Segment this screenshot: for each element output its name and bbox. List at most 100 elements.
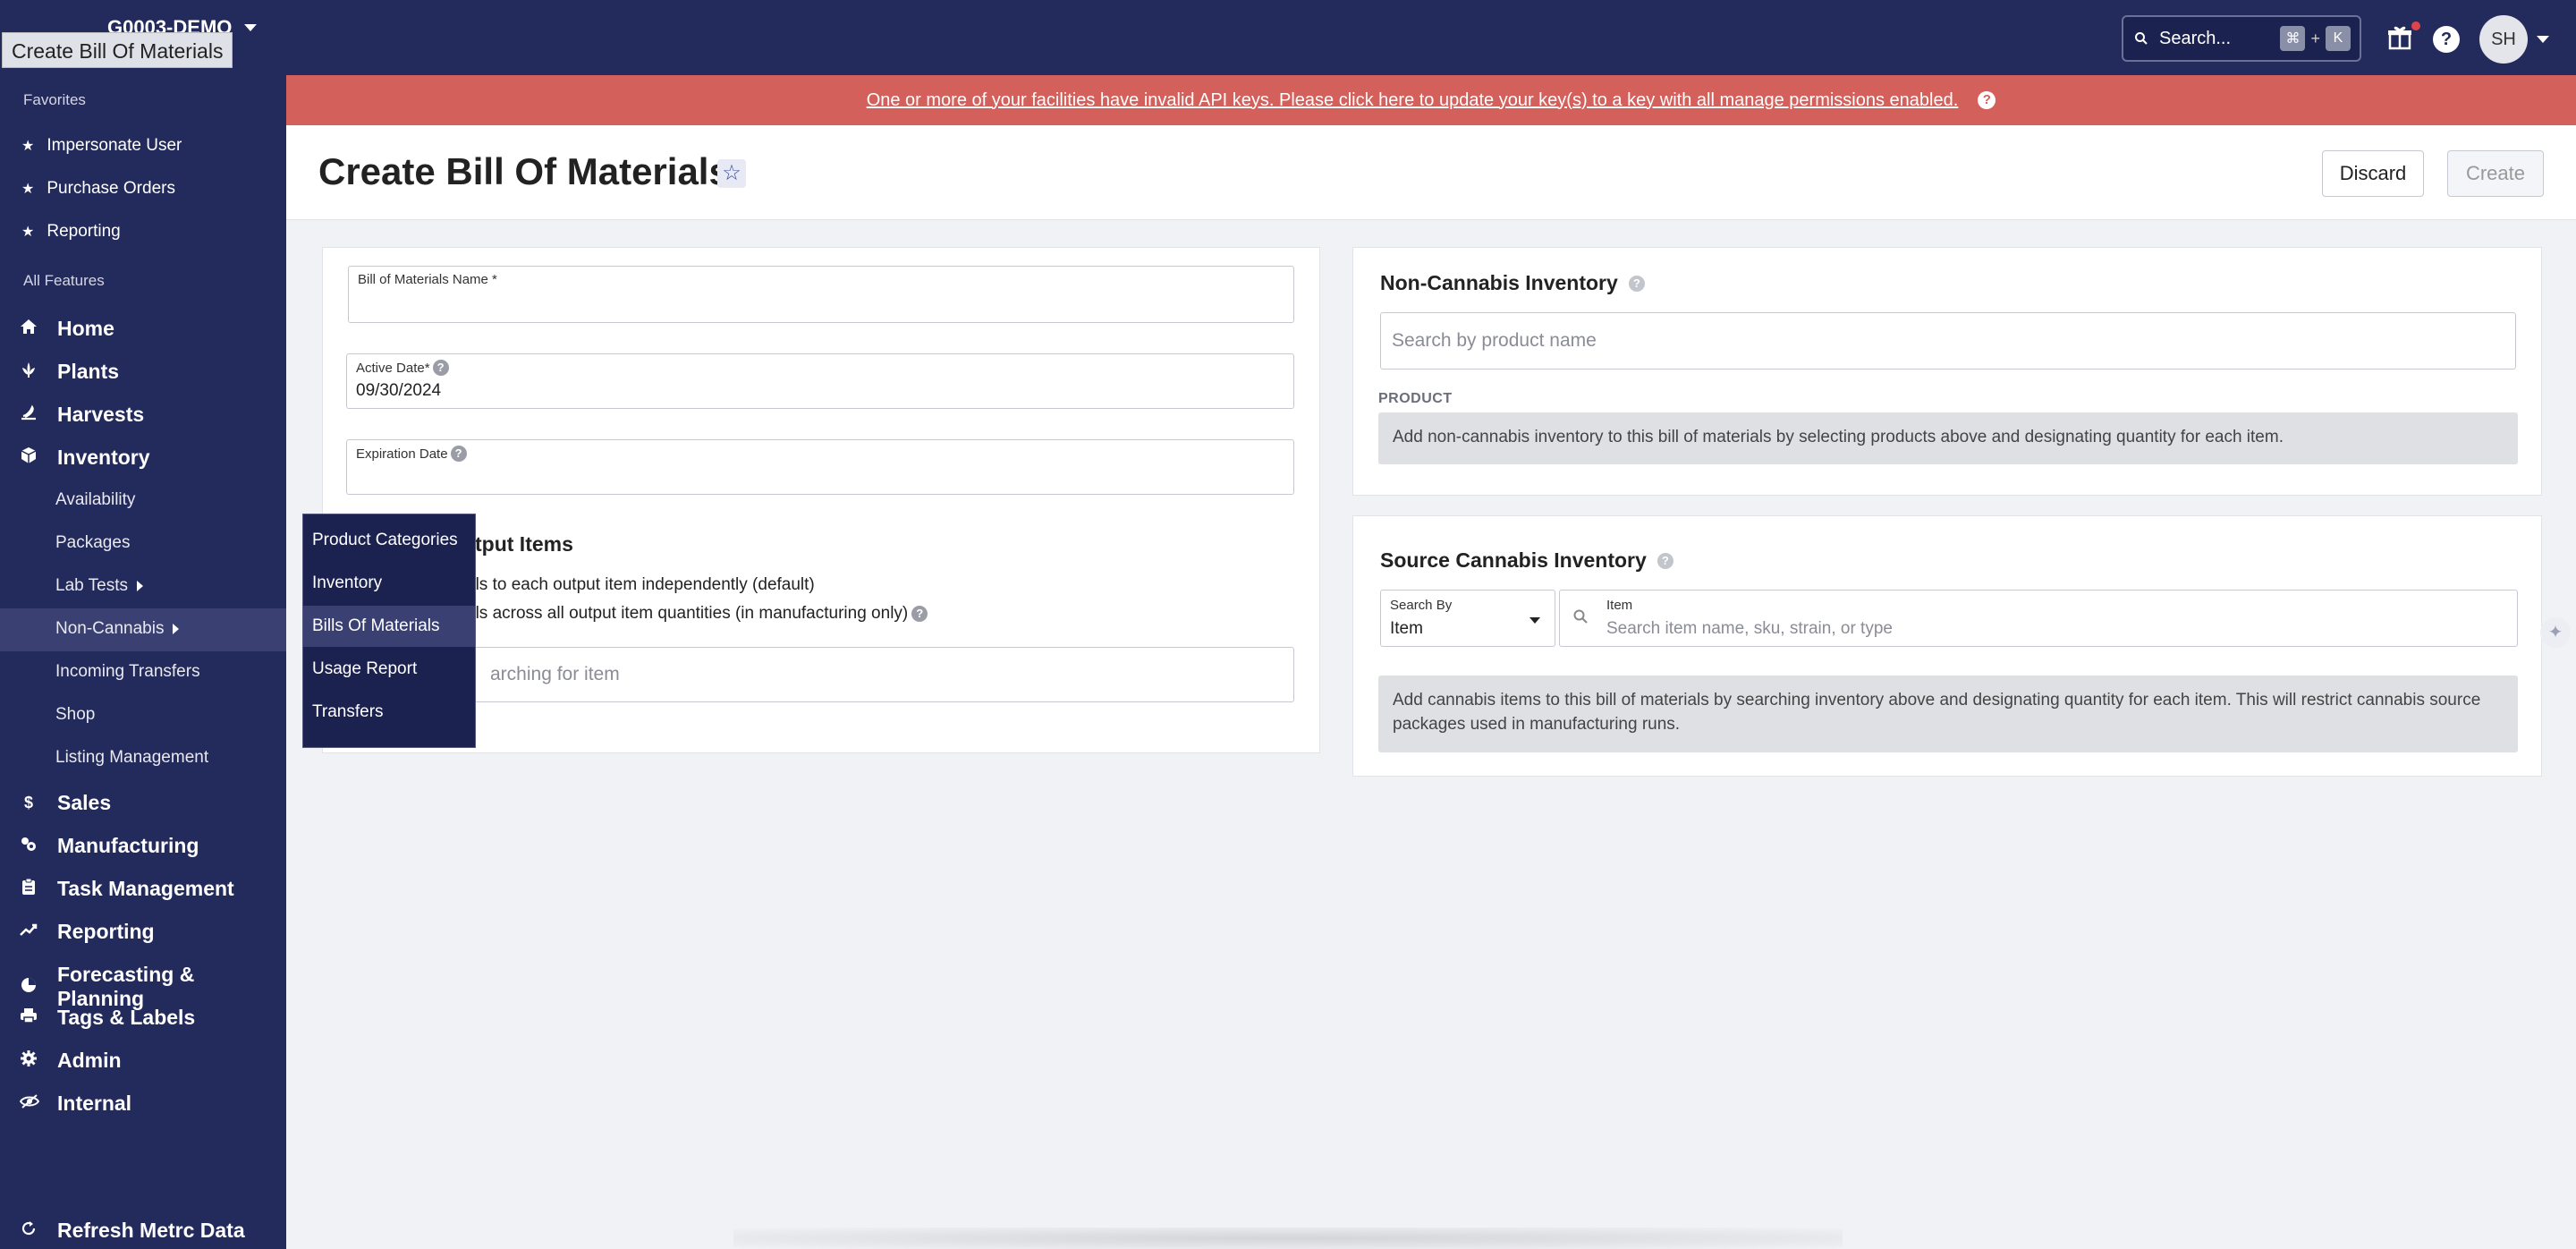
- sidebar-item-reporting[interactable]: Reporting: [20, 920, 155, 944]
- sidebar-item-label: Packages: [55, 533, 131, 552]
- help-icon[interactable]: ?: [450, 446, 467, 462]
- sidebar-item-task-management[interactable]: Task Management: [20, 877, 234, 901]
- flyout-item-inventory[interactable]: Inventory: [303, 563, 475, 604]
- global-search[interactable]: Search... ⌘ + K: [2122, 15, 2361, 62]
- sparkle-icon[interactable]: ✦: [2540, 617, 2571, 648]
- clipboard-icon: [20, 878, 38, 900]
- help-icon[interactable]: ?: [1657, 552, 1674, 569]
- bom-name-field[interactable]: Bill of Materials Name *: [348, 266, 1294, 323]
- non-cannabis-title-wrap: Non-Cannabis Inventory ?: [1380, 271, 1645, 295]
- avatar[interactable]: SH: [2479, 15, 2528, 64]
- flyout-item-product-categories[interactable]: Product Categories: [303, 520, 475, 561]
- item-label: Item: [1606, 598, 1633, 613]
- sidebar-item-manufacturing[interactable]: Manufacturing: [20, 834, 199, 858]
- sidebar-item-inventory[interactable]: Inventory: [20, 446, 150, 470]
- refresh-metrc-button[interactable]: Refresh Metrc Data: [20, 1219, 245, 1243]
- favorite-reporting[interactable]: ★ Reporting: [21, 222, 121, 242]
- product-search-input[interactable]: Search by product name: [1380, 312, 2516, 370]
- non-cannabis-flyout-menu: Product Categories Inventory Bills Of Ma…: [302, 514, 476, 748]
- search-placeholder: Search...: [2159, 28, 2232, 48]
- window-title-tooltip: Create Bill Of Materials: [2, 32, 233, 68]
- sidebar-item-label: Task Management: [57, 877, 234, 900]
- sidebar-item-label: Manufacturing: [57, 834, 199, 857]
- alert-message[interactable]: One or more of your facilities have inva…: [867, 90, 1959, 111]
- plant-icon: [20, 361, 38, 383]
- chevron-down-icon: [244, 24, 258, 31]
- bottom-shadow: [733, 1228, 1843, 1249]
- item-search-input[interactable]: Item Search item name, sku, strain, or t…: [1559, 590, 2518, 647]
- sidebar-item-harvests[interactable]: Harvests: [20, 403, 144, 427]
- radio-option-independent[interactable]: als to each output item independently (d…: [466, 575, 815, 595]
- product-column-header: PRODUCT: [1378, 391, 1453, 406]
- non-cannabis-card: Non-Cannabis Inventory ? Search by produ…: [1352, 247, 2542, 496]
- active-date-field[interactable]: Active Date* ? 09/30/2024: [346, 353, 1294, 409]
- help-icon[interactable]: ?: [432, 360, 449, 376]
- star-icon: ★: [21, 225, 35, 240]
- radio-option-across-all[interactable]: als across all output item quantities (i…: [466, 604, 928, 624]
- shortcut-plus: +: [2310, 29, 2320, 47]
- notification-dot: [2411, 21, 2420, 30]
- discard-button[interactable]: Discard: [2322, 150, 2424, 197]
- api-key-alert[interactable]: One or more of your facilities have inva…: [286, 75, 2576, 125]
- output-item-search[interactable]: arching for item: [346, 647, 1294, 702]
- eye-slash-icon: [19, 1093, 40, 1114]
- sidebar-item-home[interactable]: Home: [20, 317, 114, 341]
- favorite-label: Impersonate User: [47, 136, 182, 155]
- flyout-item-bills-of-materials[interactable]: Bills Of Materials: [303, 606, 475, 647]
- sidebar-item-label: Internal: [57, 1092, 132, 1115]
- sidebar-item-internal[interactable]: Internal: [19, 1092, 132, 1116]
- sidebar-item-plants[interactable]: Plants: [20, 360, 119, 384]
- gift-icon[interactable]: [2386, 21, 2420, 52]
- sidebar-item-label: Plants: [57, 360, 120, 383]
- output-item-search-placeholder: arching for item: [490, 664, 620, 684]
- inventory-icon: [20, 446, 38, 469]
- page-title: Create Bill Of Materials: [318, 150, 730, 192]
- sidebar-item-admin[interactable]: Admin: [20, 1049, 122, 1073]
- chart-icon: [20, 922, 38, 941]
- help-icon[interactable]: ?: [1628, 275, 1645, 292]
- chevron-down-icon: [1530, 617, 1540, 624]
- home-icon: [20, 319, 38, 339]
- sidebar-item-lab-tests[interactable]: Lab Tests: [55, 576, 143, 596]
- sidebar-item-shop[interactable]: Shop: [55, 705, 95, 725]
- favorite-purchase-orders[interactable]: ★ Purchase Orders: [21, 179, 175, 199]
- sidebar-item-availability[interactable]: Availability: [55, 490, 135, 510]
- help-icon[interactable]: ?: [2433, 26, 2460, 53]
- k-key: K: [2326, 26, 2351, 51]
- radio-option-label: als across all output item quantities (i…: [466, 604, 909, 623]
- source-cannabis-title-wrap: Source Cannabis Inventory ?: [1380, 548, 1674, 573]
- favorite-star-icon[interactable]: ☆: [717, 159, 746, 188]
- flyout-item-transfers[interactable]: Transfers: [303, 692, 475, 733]
- create-button[interactable]: Create: [2447, 150, 2544, 197]
- sidebar-item-forecasting-planning[interactable]: Forecasting & Planning: [20, 963, 286, 1011]
- sidebar-item-label: Lab Tests: [55, 576, 128, 595]
- sidebar-item-label: Reporting: [57, 920, 155, 943]
- active-date-label: Active Date*: [356, 360, 430, 376]
- expiration-date-field[interactable]: Expiration Date ?: [346, 439, 1294, 495]
- sidebar-item-packages[interactable]: Packages: [55, 533, 130, 553]
- sidebar-item-sales[interactable]: $ Sales: [20, 791, 111, 815]
- sidebar: Favorites ★ Impersonate User ★ Purchase …: [0, 75, 286, 1249]
- sidebar-item-label: Forecasting & Planning: [56, 963, 195, 1010]
- help-icon[interactable]: ?: [1978, 91, 1996, 109]
- sidebar-item-incoming-transfers[interactable]: Incoming Transfers: [55, 662, 200, 682]
- search-by-select[interactable]: Search By Item: [1380, 590, 1555, 647]
- sidebar-item-listing-management[interactable]: Listing Management: [55, 748, 208, 768]
- favorites-header: Favorites: [23, 91, 86, 108]
- sidebar-item-tags-labels[interactable]: Tags & Labels: [20, 1006, 195, 1030]
- help-icon[interactable]: ?: [911, 606, 928, 622]
- flyout-item-usage-report[interactable]: Usage Report: [303, 649, 475, 690]
- sidebar-item-label: Home: [57, 317, 114, 340]
- expiration-date-label: Expiration Date: [356, 446, 448, 462]
- output-items-title: tput Items: [475, 532, 573, 556]
- all-features-header: All Features: [23, 272, 105, 289]
- search-icon: [1572, 608, 1589, 630]
- shortcut-hint: ⌘ + K: [2280, 26, 2351, 51]
- sidebar-item-non-cannabis[interactable]: Non-Cannabis: [55, 619, 180, 639]
- chevron-down-icon[interactable]: [2537, 36, 2549, 43]
- active-date-value: 09/30/2024: [356, 381, 442, 400]
- chevron-right-icon: [173, 624, 180, 634]
- bom-name-label: Bill of Materials Name *: [358, 272, 497, 287]
- sidebar-item-label: Availability: [55, 490, 136, 509]
- favorite-impersonate-user[interactable]: ★ Impersonate User: [21, 136, 182, 156]
